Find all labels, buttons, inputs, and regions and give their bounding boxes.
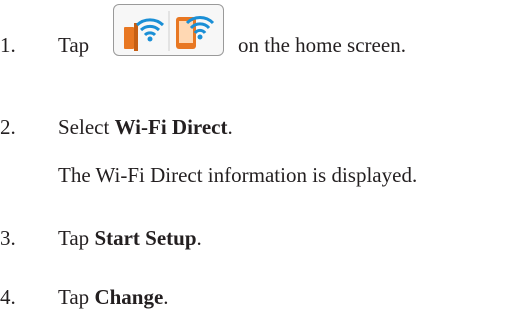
step-text-after: . [227, 115, 233, 139]
step-text-before: Tap [58, 285, 95, 309]
step-number: 3. [0, 226, 16, 250]
step-text-after: . [163, 285, 169, 309]
step-number: 1. [0, 33, 16, 57]
step-text-before: Tap [58, 226, 95, 250]
wifi-direct-status-button[interactable] [113, 4, 224, 56]
step-3: 3. Tap Start Setup. [0, 225, 531, 255]
menu-item-wifi-direct: Wi-Fi Direct [114, 115, 228, 139]
step-4: 4. Tap Change. [0, 284, 531, 314]
step-text-after: . [196, 226, 202, 250]
step-2: 2. Select Wi-Fi Direct. [0, 114, 531, 144]
step-text: Tap Start Setup. [58, 225, 202, 251]
step-text-before: Tap [58, 33, 90, 57]
step-text-before: Select [58, 115, 115, 139]
step-text: Tap Change. [58, 284, 169, 310]
step-1: 1. Tap on the home screen. [0, 32, 531, 62]
menu-item-start-setup: Start Setup [94, 226, 197, 250]
step-number: 2. [0, 115, 16, 139]
menu-item-change: Change [94, 285, 164, 309]
step-text-after: on the home screen. [238, 33, 406, 57]
step-text: Select Wi-Fi Direct. [58, 114, 233, 140]
step-number: 4. [0, 285, 16, 309]
wifi-direct-status-icon [124, 11, 215, 51]
step-2-note: The Wi-Fi Direct information is displaye… [58, 163, 418, 187]
